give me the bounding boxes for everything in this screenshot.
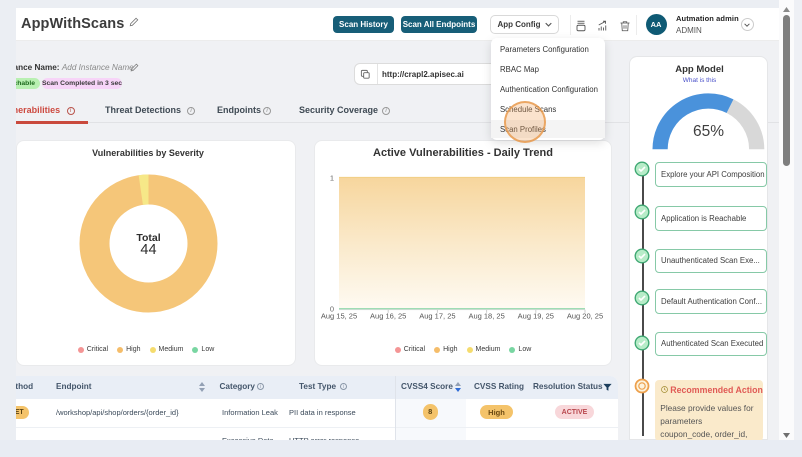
svg-text:Aug 20, 25: Aug 20, 25 bbox=[567, 312, 603, 321]
svg-text:Aug 18, 25: Aug 18, 25 bbox=[468, 312, 504, 321]
svg-text:Aug 17, 25: Aug 17, 25 bbox=[419, 312, 455, 321]
svg-text:Aug 16, 25: Aug 16, 25 bbox=[370, 312, 406, 321]
svg-text:1: 1 bbox=[330, 174, 334, 183]
svg-text:Aug 15, 25: Aug 15, 25 bbox=[321, 312, 357, 321]
svg-text:Aug 19, 25: Aug 19, 25 bbox=[518, 312, 554, 321]
